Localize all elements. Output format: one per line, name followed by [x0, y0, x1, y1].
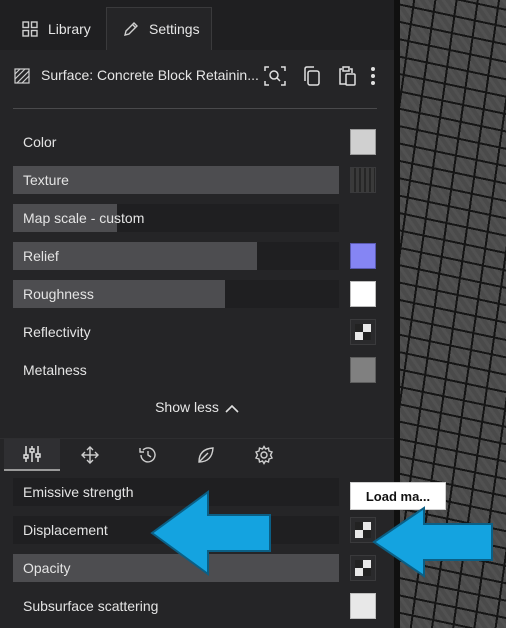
pencil-icon [123, 21, 139, 37]
property-label: Map scale - custom [23, 210, 145, 226]
relief-swatch[interactable] [350, 243, 376, 269]
property-label: Color [23, 134, 57, 150]
lower-toolbar [0, 438, 394, 471]
surface-title: Surface: Concrete Block Retainin... [41, 67, 259, 83]
tab-transform[interactable] [62, 439, 118, 471]
show-less-label: Show less [155, 399, 219, 415]
property-relief[interactable]: Relief [13, 242, 339, 270]
grid-icon [22, 20, 38, 37]
property-label: Metalness [23, 362, 87, 378]
chevron-up-icon [225, 404, 239, 413]
show-less-toggle[interactable]: Show less [0, 399, 394, 415]
property-metalness[interactable]: Metalness [13, 356, 339, 384]
roughness-swatch[interactable] [350, 281, 376, 307]
checker-icon [355, 560, 371, 576]
copy-icon[interactable] [303, 66, 321, 86]
property-roughness[interactable]: Roughness [13, 280, 339, 308]
surface-hatch-icon [14, 68, 30, 84]
property-label: Texture [23, 172, 69, 188]
paste-icon[interactable] [338, 66, 356, 86]
history-icon [138, 445, 158, 465]
tab-library[interactable]: Library [22, 7, 91, 50]
subsurface-swatch[interactable] [350, 593, 376, 619]
header-divider [13, 108, 377, 109]
tab-library-label: Library [48, 20, 91, 37]
tab-adjustments[interactable] [4, 439, 60, 471]
property-texture[interactable]: Texture [13, 166, 339, 194]
move-icon [80, 445, 100, 465]
property-label: Opacity [23, 560, 71, 576]
panel-tabs: Library Settings [0, 0, 394, 50]
texture-thumbnail[interactable] [350, 167, 376, 193]
tab-settings[interactable]: Settings [106, 7, 212, 50]
tab-environment[interactable] [178, 439, 234, 471]
leaf-icon [196, 445, 216, 465]
metalness-swatch[interactable] [350, 357, 376, 383]
property-label: Roughness [23, 286, 94, 302]
gear-icon [254, 445, 274, 465]
property-reflectivity[interactable]: Reflectivity [13, 318, 339, 346]
arrow-left-icon [372, 506, 493, 578]
sliders-icon [22, 445, 42, 463]
surface-header: Surface: Concrete Block Retainin... [0, 50, 394, 102]
tab-settings-gear[interactable] [236, 439, 292, 471]
checker-icon [355, 324, 371, 340]
property-label: Relief [23, 248, 59, 264]
property-map-scale[interactable]: Map scale - custom [13, 204, 339, 232]
tab-history[interactable] [120, 439, 176, 471]
property-subsurface-scattering[interactable]: Subsurface scattering [13, 592, 339, 620]
more-vertical-icon[interactable] [370, 66, 376, 86]
property-label: Reflectivity [23, 324, 91, 340]
reflectivity-map-slot[interactable] [350, 319, 376, 345]
color-swatch[interactable] [350, 129, 376, 155]
property-color[interactable]: Color [13, 128, 339, 156]
checker-icon [355, 522, 371, 538]
property-label: Emissive strength [23, 484, 134, 500]
tab-settings-label: Settings [149, 21, 200, 37]
property-label: Displacement [23, 522, 108, 538]
property-label: Subsurface scattering [23, 598, 159, 614]
inspect-icon[interactable] [264, 66, 286, 86]
arrow-left-icon [150, 490, 271, 576]
